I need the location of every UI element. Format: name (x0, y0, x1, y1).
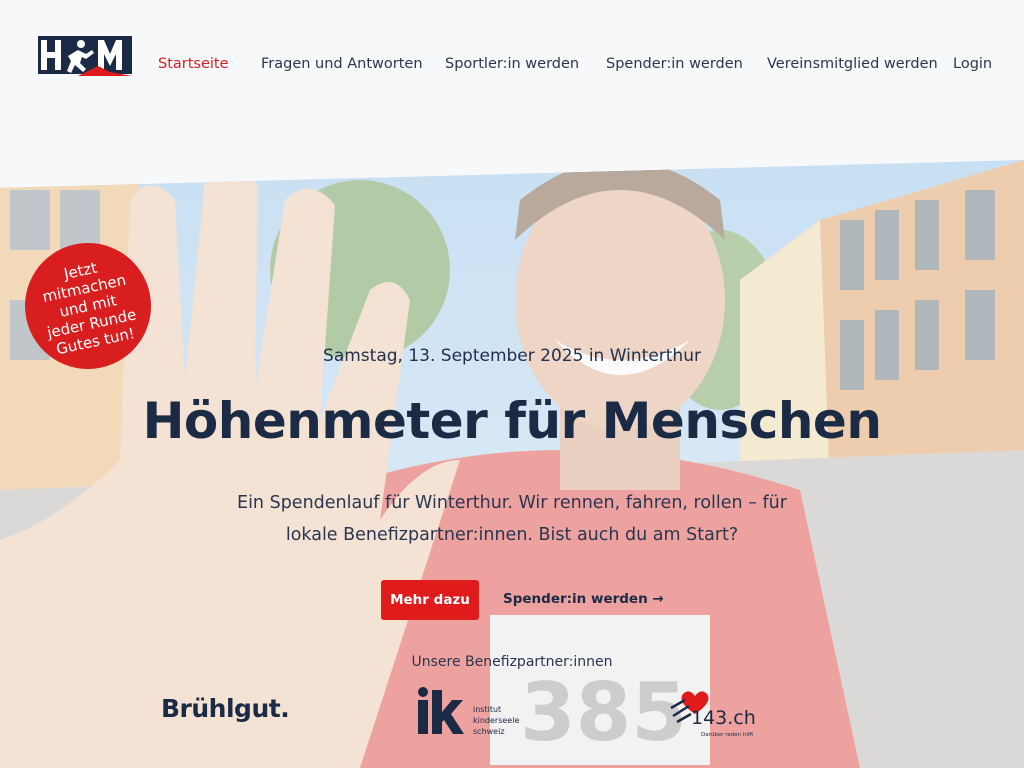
nav-item-verein[interactable]: Vereinsmitglied werden (767, 56, 938, 72)
more-button[interactable]: Mehr dazu (381, 580, 479, 620)
site-header: Startseite Fragen und Antworten Sportler… (0, 0, 1024, 130)
hero-section: 385 (0, 160, 1024, 768)
partner-143-logo[interactable]: 143.ch Darüber reden hilft (669, 686, 769, 740)
partner-bruehlgut-logo[interactable]: Brühlgut. (161, 694, 290, 723)
partners-title: Unsere Benefizpartner:innen (411, 654, 613, 670)
iks-line2: kinderseele (473, 716, 519, 725)
event-date: Samstag, 13. September 2025 in Winterthu… (323, 346, 701, 366)
badge-text: Jetzt mitmachen und mit jeder Runde Gute… (40, 258, 138, 359)
hero-overlay (0, 160, 1024, 768)
nav-item-fragen[interactable]: Fragen und Antworten (261, 56, 423, 72)
page-title: Höhenmeter für Menschen (142, 392, 882, 450)
site-logo[interactable] (38, 36, 132, 76)
nav-item-login[interactable]: Login (953, 56, 992, 72)
iks-line1: institut (473, 705, 501, 714)
hero-subline: Ein Spendenlauf für Winterthur. Wir renn… (237, 493, 787, 545)
p143-text: 143.ch (691, 707, 756, 729)
donor-link[interactable]: Spender:in werden → (503, 591, 664, 607)
nav-item-spender[interactable]: Spender:in werden (606, 56, 743, 72)
p143-tagline: Darüber reden hilft (701, 732, 754, 738)
nav-item-sportler[interactable]: Sportler:in werden (445, 56, 579, 72)
iks-line3: schweiz (473, 727, 505, 736)
partner-iks-logo[interactable]: institut kinderseele schweiz (417, 686, 527, 740)
nav-item-startseite[interactable]: Startseite (158, 56, 229, 72)
